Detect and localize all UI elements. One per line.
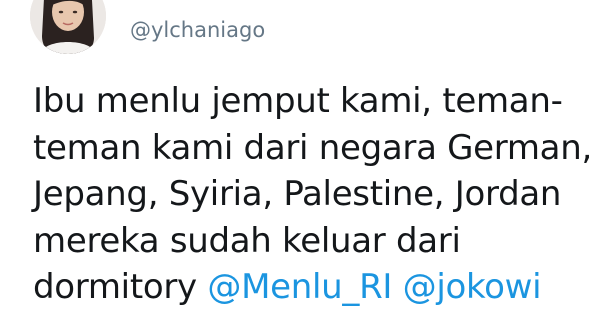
user-handle[interactable]: @ylchaniago	[130, 16, 265, 44]
tweet-text-fragment: dormitory	[33, 267, 208, 307]
user-avatar[interactable]	[30, 0, 106, 54]
tweet-text-line-last: dormitory @Menlu_RI @jokowi	[33, 264, 593, 311]
tweet-text-line: mereka sudah keluar dari	[33, 220, 461, 261]
tweet-text-line: Ibu menlu jemput kami, teman-	[33, 81, 563, 121]
tweet-text-line: teman kami dari negara German,	[33, 127, 592, 168]
mention-link-menlu[interactable]: @Menlu_RI	[207, 267, 392, 307]
tweet-text: Ibu menlu jemput kami, teman- teman kami…	[33, 78, 593, 311]
display-name[interactable]	[130, 0, 370, 6]
mention-link-jokowi[interactable]: @jokowi	[403, 267, 542, 307]
avatar-photo-icon	[30, 0, 106, 54]
tweet-card: @ylchaniago Ibu menlu jemput kami, teman…	[0, 0, 600, 307]
tweet-text-line: Jepang, Syiria, Palestine, Jordan	[33, 174, 562, 214]
